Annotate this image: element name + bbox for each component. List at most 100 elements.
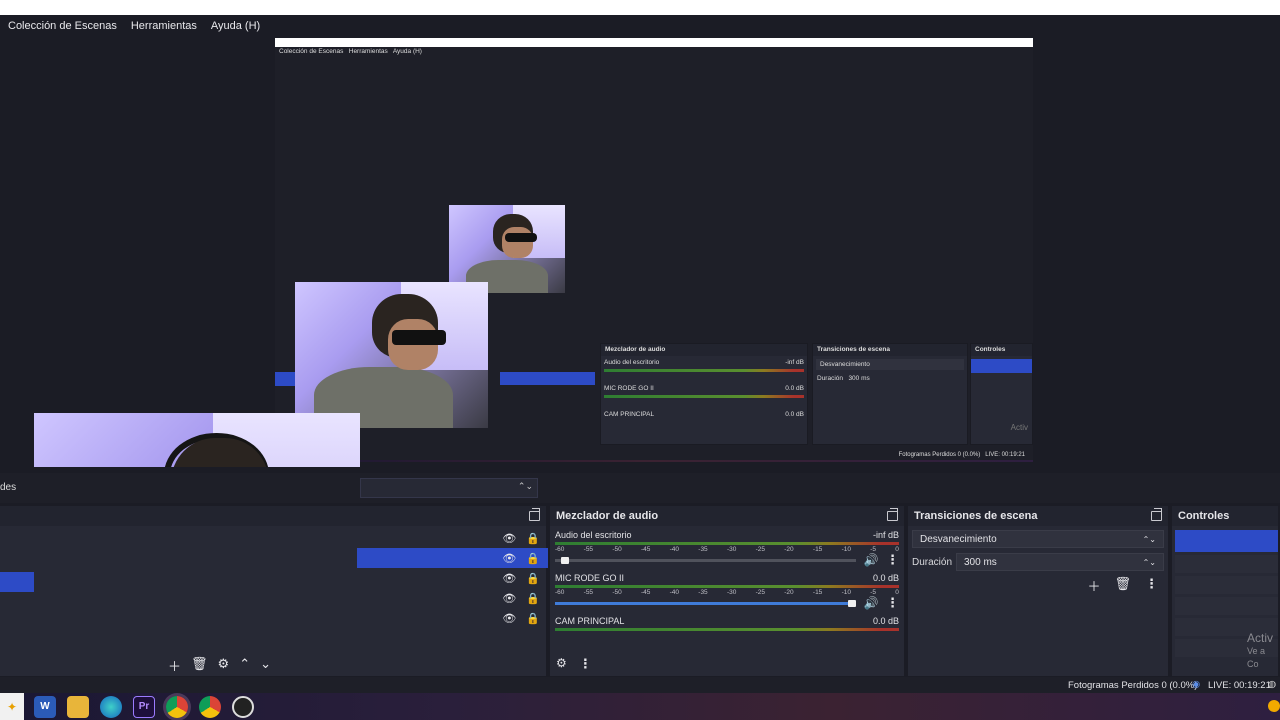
tick-label: -60 [555,546,565,553]
tick-label: -20 [784,589,794,596]
trash-icon[interactable]: 🗑 [191,656,208,675]
tick-label: -20 [784,546,794,553]
gear-icon[interactable]: ⚙ [218,656,230,675]
obs-icon[interactable] [232,695,254,718]
speaker-icon[interactable]: 🔊 [862,596,880,610]
eye-icon[interactable]: 👁 [502,552,516,565]
tick-label: -40 [669,546,680,553]
control-button[interactable] [1175,597,1278,615]
stream-icon: ◉ [1192,679,1201,690]
undock-icon[interactable] [1151,508,1162,521]
volume-slider[interactable] [555,556,856,564]
lock-icon[interactable]: 🔒 [526,532,540,545]
source-row-selected[interactable]: 👁 🔒 [357,548,548,568]
add-icon[interactable]: ＋ [1087,576,1100,595]
tick-label: -50 [612,546,622,553]
tick-label: -10 [841,589,851,596]
eye-icon[interactable]: 👁 [502,612,516,625]
duration-input[interactable]: 300 ms ⌃⌄ [956,553,1164,571]
tick-label: -50 [612,589,622,596]
scene-selected-left[interactable] [0,572,34,592]
tick-label: -25 [755,546,765,553]
tick-label: -5 [870,546,876,553]
eye-icon[interactable]: 👁 [502,532,516,545]
chevron-up-icon[interactable]: ⌃ [239,656,250,675]
speaker-icon[interactable]: 🔊 [862,553,880,567]
tick-label: -55 [583,546,594,553]
control-button[interactable] [1175,576,1278,594]
eye-icon[interactable]: 👁 [502,572,516,585]
eye-icon[interactable]: 👁 [502,592,516,605]
mid-transitions: Transiciones de escena Desvanecimiento D… [812,343,968,445]
transition-select[interactable]: Desvanecimiento ⌃⌄ [912,530,1164,548]
more-icon[interactable]: ⋮ [1145,576,1158,595]
undock-icon[interactable] [887,508,898,521]
trash-icon[interactable]: 🗑 [1114,576,1131,595]
lock-icon[interactable]: 🔒 [526,612,540,625]
word-icon[interactable]: W [34,695,56,718]
chrome-alt-icon[interactable] [199,695,221,718]
notification-icon[interactable] [1268,700,1280,712]
control-button[interactable] [1175,555,1278,573]
lock-icon[interactable]: 🔒 [526,552,540,565]
chevron-updown-icon: ⌃⌄ [1142,534,1156,544]
premiere-icon[interactable]: Pr [133,695,155,718]
more-icon[interactable]: ⋮ [579,656,592,672]
controls-title: Controles [1178,510,1230,522]
chevron-down-icon[interactable]: ⌄ [260,656,271,675]
tick-label: -30 [726,589,737,596]
chrome-icon[interactable] [166,695,188,718]
record-icon: ◍ [1268,679,1277,690]
undock-icon[interactable] [529,508,540,521]
tick-label: -10 [841,546,851,553]
start-streaming-button[interactable] [1175,530,1278,552]
tick-label: -15 [812,546,823,553]
more-icon[interactable]: ⋮ [886,552,899,568]
status-bar: Fotogramas Perdidos 0 (0.0%) ◉ LIVE: 00:… [0,677,1280,693]
gear-icon[interactable]: ⚙ [556,656,567,672]
scene-toolbar: des ⌃⌄ [0,473,1280,503]
mid-taskbar [275,460,1033,462]
file-explorer-icon[interactable] [67,695,89,718]
mid-controls: Controles Activ [970,343,1033,445]
sources-dock: 👁 🔒 👁 🔒 👁 🔒 👁 🔒 👁 🔒 ＋ 🗑 ⚙ ⌃ ⌄ [0,506,548,676]
sources-toolbar: ＋ 🗑 ⚙ ⌃ ⌄ [168,656,271,675]
source-row[interactable]: 👁 🔒 [357,588,548,608]
stepper-icon[interactable]: ⌃⌄ [1143,558,1156,567]
menu-scene-collection[interactable]: Colección de Escenas [8,20,117,32]
level-meter [555,628,899,631]
scene-dropdown[interactable]: ⌃⌄ [360,478,538,498]
activate-watermark: Activ Ve a Co [1247,631,1274,670]
source-row[interactable]: 👁 🔒 [357,528,548,548]
tick-label: -30 [726,546,737,553]
tick-label: -45 [640,546,651,553]
preview-canvas[interactable]: Colección de Escenas Herramientas Ayuda … [0,37,1280,467]
audio-mixer-title: Mezclador de audio [556,510,659,522]
level-meter [555,585,899,588]
mid-audio-mixer: Mezclador de audio Audio del escritorio -… [600,343,808,445]
edge-icon[interactable] [100,695,122,718]
menu-help[interactable]: Ayuda (H) [211,20,260,32]
audio-mixer-dock: Mezclador de audio Audio del escritorio -… [550,506,906,676]
mid-scene-selected-right [500,372,595,385]
top-window-strip [0,0,1280,15]
meter-ticks: -60 -55 -50 -45 -40 -35 -30 -25 -20 -15 -10 -5 0 [550,546,904,553]
tick-label: -55 [583,589,594,596]
source-row[interactable]: 👁 🔒 [357,608,548,628]
live-timer: LIVE: 00:19:21 [1208,680,1271,691]
more-icon[interactable]: ⋮ [886,595,899,611]
tick-label: -60 [555,589,565,596]
add-icon[interactable]: ＋ [168,656,181,675]
lock-icon[interactable]: 🔒 [526,592,540,605]
meter-ticks: -60 -55 -50 -45 -40 -35 -30 -25 -20 -15 -10 -5 0 [550,589,904,596]
level-meter [555,542,899,545]
tick-label: -35 [698,546,708,553]
lock-icon[interactable]: 🔒 [526,572,540,585]
source-row[interactable]: 👁 🔒 [357,568,548,588]
menu-tools[interactable]: Herramientas [131,20,197,32]
webcam-capture-small [449,205,565,293]
start-icon[interactable]: ✦ [0,693,24,720]
mid-scene-selected [275,372,295,386]
volume-slider[interactable] [555,599,856,607]
tick-label: -35 [698,589,708,596]
